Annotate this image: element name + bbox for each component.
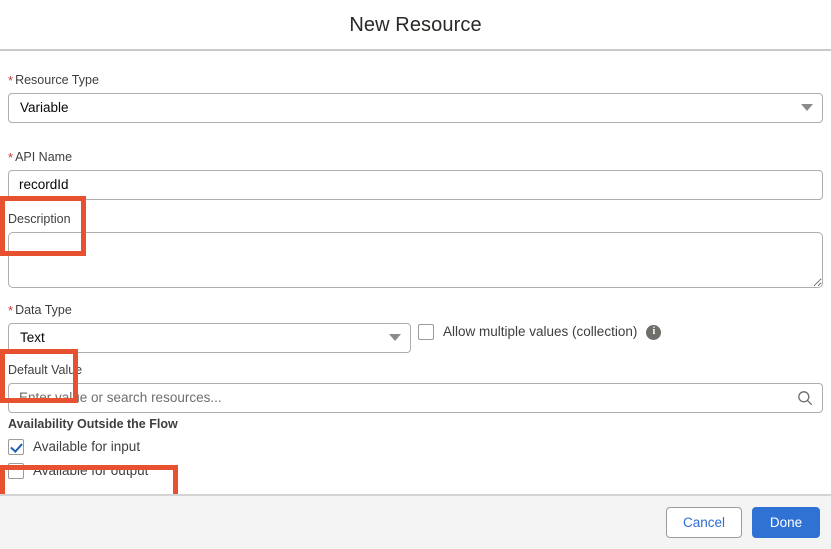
- cancel-button[interactable]: Cancel: [665, 507, 742, 538]
- availability-option-output[interactable]: Available for output: [8, 461, 193, 481]
- available-for-input-checkbox[interactable]: [8, 439, 24, 455]
- new-resource-modal: New Resource * Resource Type Variable * AP…: [0, 0, 831, 549]
- field-data-type: * Data Type Text: [8, 303, 411, 353]
- field-availability-outside-flow: Availability Outside the Flow Available …: [8, 417, 193, 485]
- required-star-icon: *: [8, 303, 14, 318]
- resource-type-label-text: Resource Type: [15, 73, 99, 87]
- available-for-input-label: Available for input: [33, 439, 141, 455]
- required-star-icon: *: [8, 150, 14, 165]
- resource-type-label: * Resource Type: [8, 73, 823, 87]
- modal-header: New Resource: [0, 0, 831, 51]
- chevron-down-icon: [801, 104, 813, 111]
- description-wrapper: [8, 231, 823, 288]
- available-for-output-checkbox[interactable]: [8, 463, 24, 479]
- modal-body: * Resource Type Variable * API Name record…: [0, 51, 831, 494]
- api-name-input[interactable]: recordId: [8, 169, 823, 200]
- api-name-label: * API Name: [8, 150, 823, 164]
- data-type-value: Text: [20, 330, 45, 345]
- availability-option-input[interactable]: Available for input: [8, 437, 193, 457]
- field-description: Description: [8, 213, 823, 288]
- allow-multiple-values-label: Allow multiple values (collection): [443, 324, 638, 340]
- done-button[interactable]: Done: [752, 507, 820, 538]
- data-type-label-text: Data Type: [15, 303, 72, 317]
- resource-type-value: Variable: [20, 100, 69, 115]
- field-api-name: * API Name recordId: [8, 150, 823, 200]
- allow-multiple-values-checkbox[interactable]: [418, 324, 434, 340]
- field-default-value: Default Value Enter value or search reso…: [8, 364, 823, 413]
- description-label: Description: [8, 212, 71, 226]
- chevron-down-icon: [389, 334, 401, 341]
- data-type-label: * Data Type: [8, 303, 411, 317]
- description-textarea[interactable]: [8, 231, 823, 288]
- field-resource-type: * Resource Type Variable: [8, 73, 823, 123]
- default-value-wrapper: Enter value or search resources...: [8, 382, 823, 413]
- default-value-placeholder: Enter value or search resources...: [19, 390, 222, 405]
- default-value-label: Default Value: [8, 363, 83, 377]
- data-type-select[interactable]: Text: [8, 322, 411, 353]
- field-allow-multiple-values: Allow multiple values (collection) i: [418, 324, 662, 340]
- required-star-icon: *: [8, 73, 14, 88]
- page-title: New Resource: [349, 13, 482, 36]
- api-name-label-text: API Name: [15, 150, 73, 164]
- availability-section-title: Availability Outside the Flow: [8, 417, 178, 431]
- modal-footer: Cancel Done: [0, 494, 831, 549]
- available-for-output-label: Available for output: [33, 463, 149, 479]
- api-name-value: recordId: [19, 177, 69, 192]
- info-icon[interactable]: i: [646, 324, 662, 340]
- default-value-input[interactable]: Enter value or search resources...: [8, 382, 823, 413]
- resource-type-select[interactable]: Variable: [8, 92, 823, 123]
